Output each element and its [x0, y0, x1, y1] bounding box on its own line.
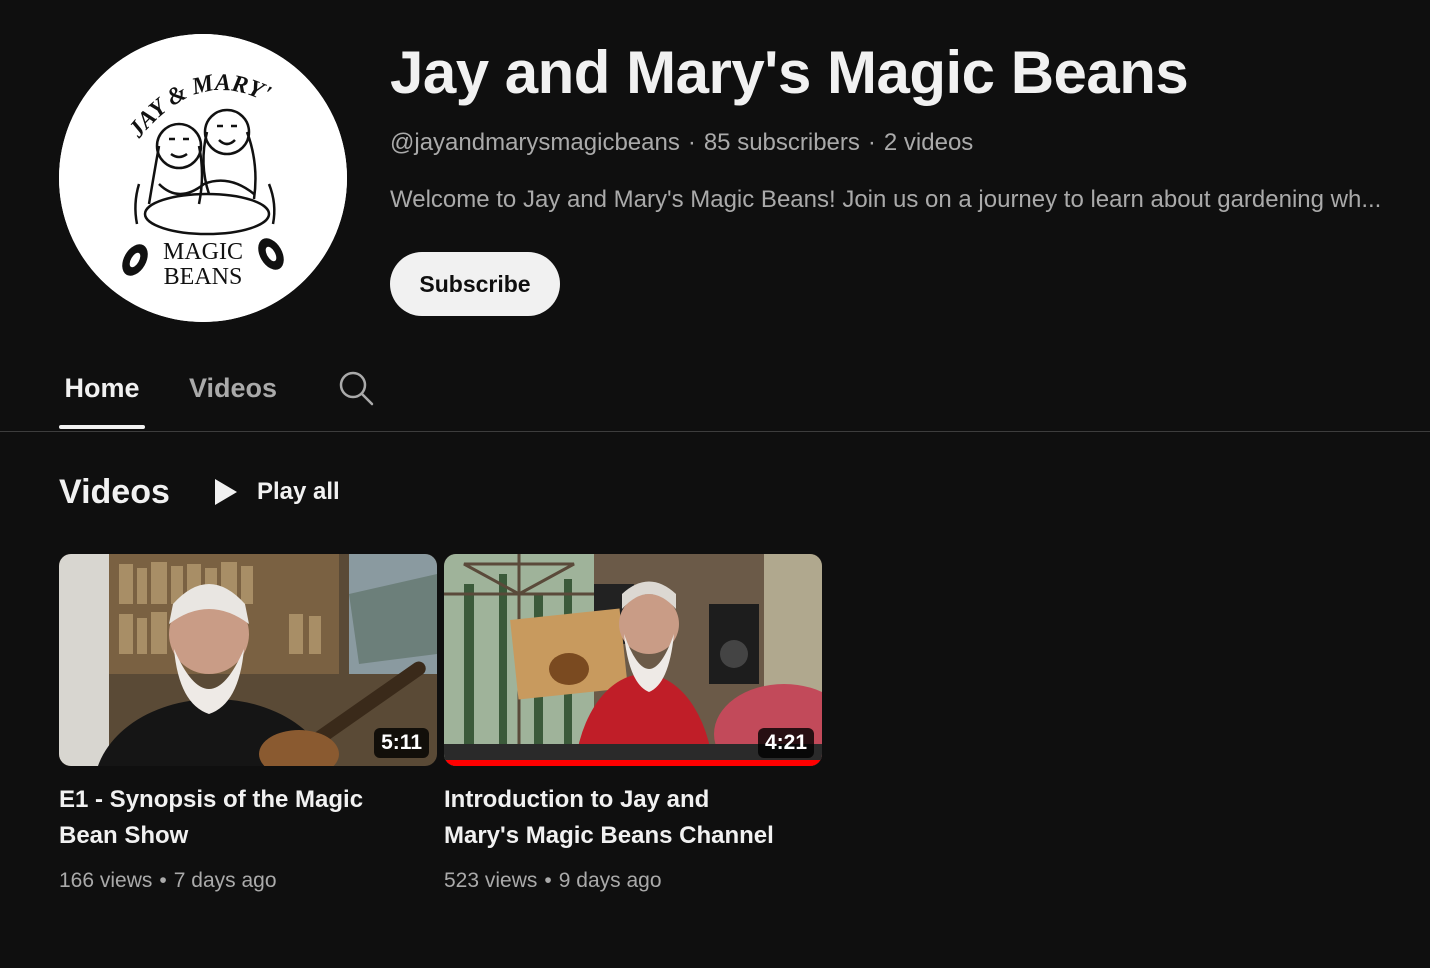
view-count: 523 views	[444, 869, 538, 892]
video-duration: 4:21	[757, 728, 814, 758]
channel-name: Jay and Mary's Magic Beans	[390, 39, 1189, 106]
watch-progress-fill	[444, 760, 822, 766]
meta-dot: •	[159, 869, 167, 892]
avatar-text-magic: MAGIC	[163, 239, 243, 265]
play-icon	[215, 479, 237, 505]
channel-avatar[interactable]: JAY & MARY'S	[59, 34, 347, 322]
meta-separator: ·	[867, 129, 876, 156]
subscribe-button[interactable]: Subscribe	[390, 252, 560, 316]
view-count: 166 views	[59, 869, 153, 892]
video-count: 2 videos	[883, 129, 974, 156]
watch-progress-bar	[444, 760, 822, 766]
meta-dot: •	[544, 869, 552, 892]
subscriber-count: 85 subscribers	[703, 129, 860, 156]
upload-age: 7 days ago	[173, 869, 277, 892]
channel-meta: @jayandmarysmagicbeans · 85 subscribers · 2 …	[390, 128, 973, 158]
video-thumbnail[interactable]: 5:11	[59, 554, 437, 766]
video-meta: 166 views • 7 days ago	[59, 866, 437, 896]
channel-handle: @jayandmarysmagicbeans	[390, 129, 680, 156]
play-all-button[interactable]: Play all	[210, 470, 340, 514]
channel-description[interactable]: Welcome to Jay and Mary's Magic Beans! J…	[390, 185, 1420, 215]
video-meta: 523 views • 9 days ago	[444, 866, 822, 896]
meta-separator: ·	[687, 129, 696, 156]
shelf-title[interactable]: Videos	[59, 472, 170, 512]
video-card[interactable]: 4:21 Introduction to Jay and Mary's Magi…	[444, 554, 822, 896]
play-all-label: Play all	[257, 478, 340, 505]
avatar-logo-drawing: JAY & MARY'S	[59, 34, 347, 322]
channel-search-button[interactable]	[336, 368, 376, 408]
channel-page: JAY & MARY'S	[0, 0, 1430, 968]
tab-videos[interactable]: Videos	[186, 350, 280, 428]
tab-home[interactable]: Home	[59, 350, 145, 429]
video-duration: 5:11	[374, 728, 429, 758]
avatar-text-beans: BEANS	[164, 264, 243, 290]
video-thumbnail[interactable]: 4:21	[444, 554, 822, 766]
video-card[interactable]: 5:11 E1 - Synopsis of the Magic Bean Sho…	[59, 554, 437, 896]
search-icon	[339, 371, 374, 406]
video-title[interactable]: E1 - Synopsis of the Magic Bean Show	[59, 782, 399, 854]
video-title[interactable]: Introduction to Jay and Mary's Magic Bea…	[444, 782, 784, 854]
upload-age: 9 days ago	[558, 869, 662, 892]
channel-tabs: Home Videos	[0, 350, 1430, 432]
